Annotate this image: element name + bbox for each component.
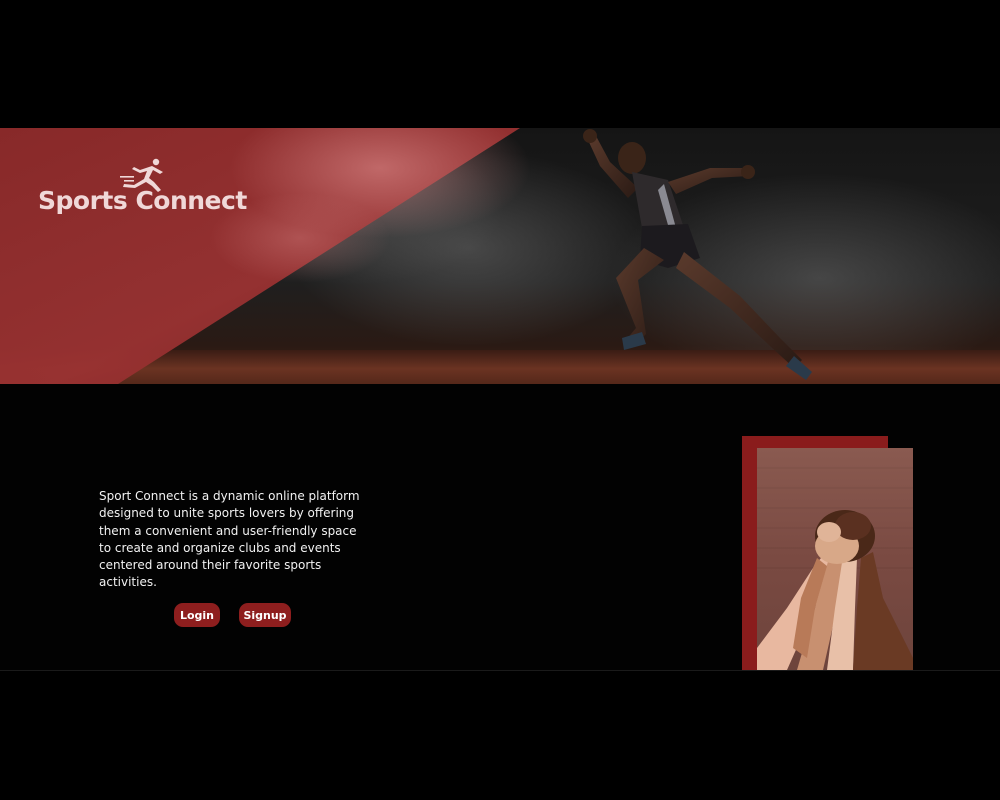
brand-logo[interactable]: Sports Connect <box>38 158 247 215</box>
hero-banner: Sports Connect <box>0 128 1000 384</box>
signup-button[interactable]: Signup <box>239 603 291 627</box>
login-button[interactable]: Login <box>174 603 220 627</box>
platform-description: Sport Connect is a dynamic online platfo… <box>99 489 360 590</box>
team-hands-image <box>757 448 913 670</box>
brand-name: Sports Connect <box>38 186 247 215</box>
landing-page: Sports Connect Sport Connect is a dynami… <box>0 0 1000 800</box>
sprinter-image <box>583 129 812 380</box>
about-section: Sport Connect is a dynamic online platfo… <box>0 384 1000 671</box>
